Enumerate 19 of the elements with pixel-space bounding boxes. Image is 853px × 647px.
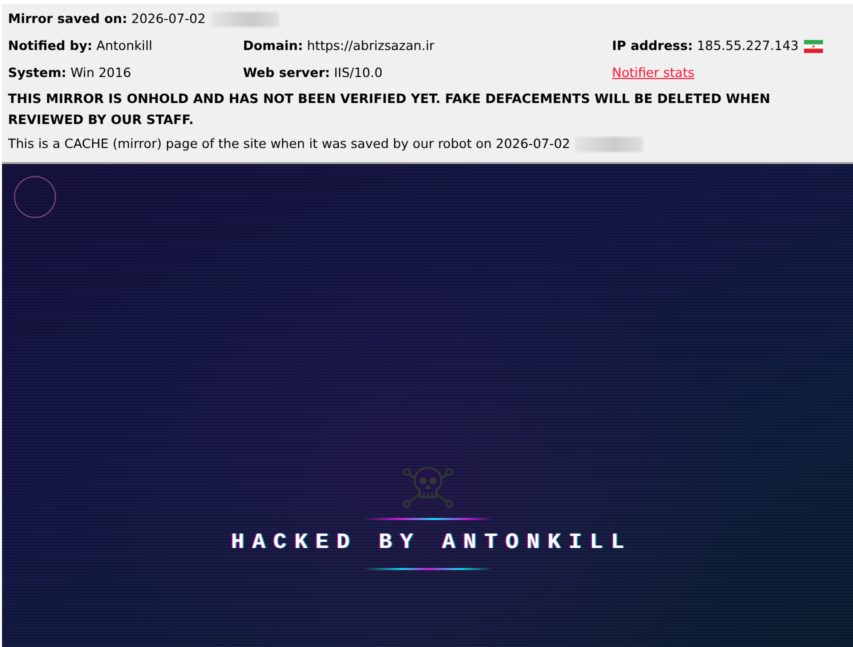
field-value: https://abrizsazan.ir	[307, 39, 434, 54]
field-value: 185.55.227.143	[696, 39, 799, 54]
field-label: Mirror saved on:	[8, 12, 128, 27]
warning-text: THIS MIRROR IS ONHOLD AND HAS NOT BEEN VERIFIED YET. FAKE DEFACEMENTS WILL BE DELETED WHEN REVIEWED BY OUR STAFF.	[8, 91, 772, 130]
field-value: IIS/10.0	[334, 66, 382, 81]
ring-icon	[14, 176, 56, 218]
cache-note: This is a CACHE (mirror) page of the site when it was saved by our robot on 2026-07-02	[8, 137, 570, 152]
field-value: Win 2016	[70, 66, 132, 81]
notifier-stats-link[interactable]: Notifier stats	[612, 66, 694, 81]
flag-icon	[804, 40, 823, 53]
hacked-by-title: HACKED BY ANTONKILL	[230, 530, 632, 556]
field-label: Web server:	[243, 66, 330, 81]
field-value: 2026-07-02	[131, 12, 206, 27]
field-label: Notified by:	[8, 39, 92, 54]
field-label: Domain:	[243, 39, 303, 54]
field-label: System:	[8, 66, 66, 81]
field-value: Antonkill	[96, 39, 152, 54]
field-label: IP address:	[612, 39, 693, 54]
skull-and-crossbones-icon	[402, 466, 452, 508]
